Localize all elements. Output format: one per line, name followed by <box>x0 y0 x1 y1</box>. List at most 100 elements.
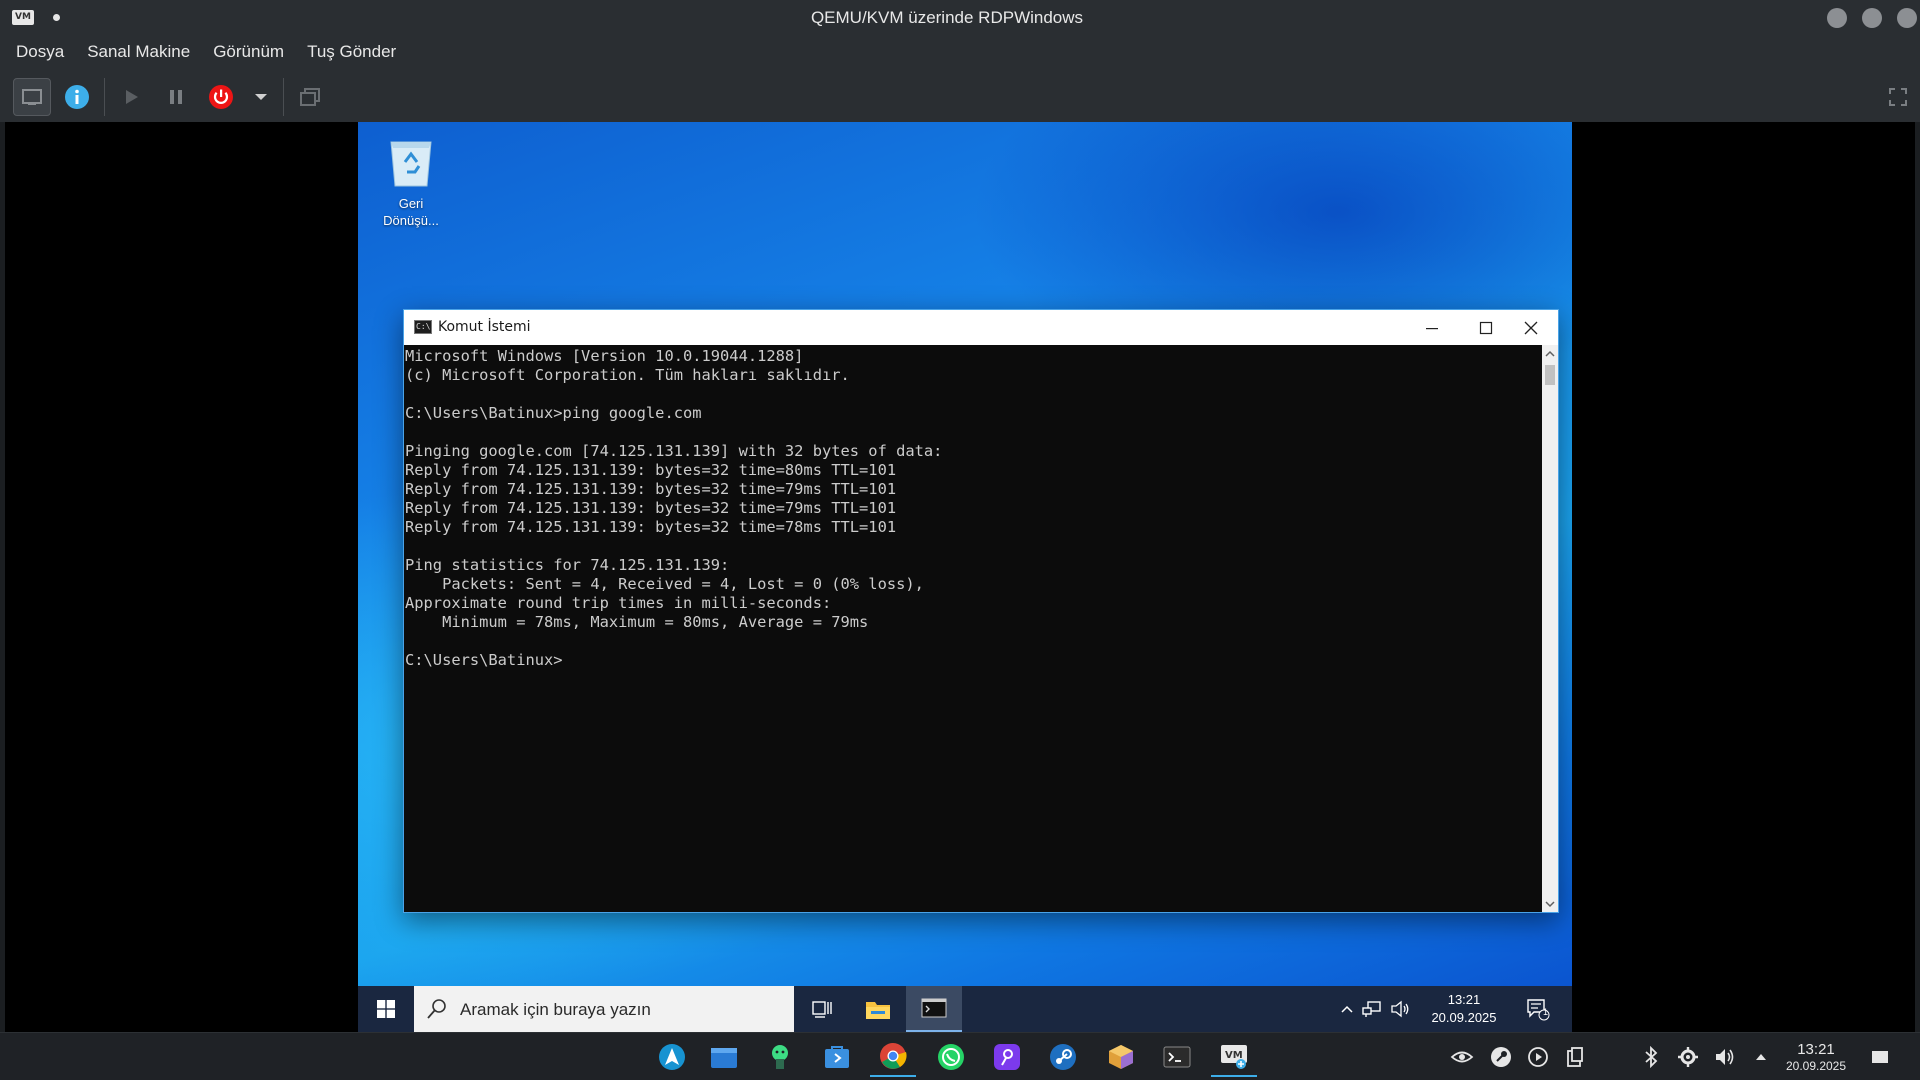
files-icon <box>711 1048 737 1068</box>
taskbar-app-terminal[interactable] <box>1154 1037 1200 1077</box>
menu-tus-gonder[interactable]: Tuş Gönder <box>299 38 404 66</box>
close-icon <box>1524 321 1538 334</box>
desktop-icon-recycle-bin[interactable]: Geri Dönüşü... <box>366 132 456 229</box>
menu-gorunum[interactable]: Görünüm <box>205 38 292 66</box>
task-view-button[interactable] <box>794 986 850 1032</box>
menubar: Dosya Sanal Makine Görünüm Tuş Gönder <box>0 34 1920 70</box>
taskbar-app-android[interactable] <box>757 1037 803 1077</box>
cmd-icon: C:\ <box>414 320 432 334</box>
cmd-line: Minimum = 78ms, Maximum = 80ms, Average … <box>405 613 869 631</box>
cmd-window[interactable]: C:\ Komut İstemi Microsoft Windows [Vers… <box>403 309 1559 913</box>
podcast-icon <box>994 1044 1020 1070</box>
network-icon <box>1362 1001 1381 1017</box>
toolbar <box>0 70 1920 122</box>
shutdown-menu-button[interactable] <box>242 78 280 116</box>
taskbar-app-arch[interactable] <box>649 1037 695 1077</box>
search-placeholder: Aramak için buraya yazın <box>460 1000 651 1019</box>
android-icon <box>772 1045 788 1069</box>
scroll-down-button[interactable] <box>1542 895 1558 912</box>
taskbar-app-whatsapp[interactable] <box>928 1037 974 1077</box>
cmd-icon <box>921 998 947 1018</box>
menu-dosya[interactable]: Dosya <box>8 38 72 66</box>
menu-sanal-makine[interactable]: Sanal Makine <box>79 38 198 66</box>
gear-icon <box>1678 1047 1698 1067</box>
tray-settings[interactable] <box>1673 1041 1703 1073</box>
tray-clipboard[interactable] <box>1560 1041 1590 1073</box>
host-clock-date: 20.09.2025 <box>1785 1059 1847 1073</box>
virt-manager-icon: VM <box>1221 1045 1247 1069</box>
show-hidden-icons-button[interactable] <box>1336 986 1358 1032</box>
taskbar-app-package[interactable] <box>1098 1037 1144 1077</box>
host-clock-time: 13:21 <box>1797 1041 1835 1058</box>
host-clock[interactable]: 13:21 20.09.2025 <box>1776 1042 1856 1074</box>
close-button[interactable] <box>1897 8 1917 28</box>
details-button[interactable] <box>58 78 96 116</box>
cmd-title: Komut İstemi <box>438 319 531 335</box>
fullscreen-button[interactable] <box>1879 78 1917 116</box>
maximize-button[interactable] <box>1862 8 1882 28</box>
taskbar-app-podcast[interactable] <box>984 1037 1030 1077</box>
window-title: QEMU/KVM üzerinde RDPWindows <box>810 8 1084 27</box>
tray-wifi[interactable] <box>1598 1041 1628 1073</box>
cmd-titlebar[interactable]: C:\ Komut İstemi <box>404 310 1558 345</box>
taskbar-file-explorer[interactable] <box>850 986 906 1032</box>
tray-nvidia[interactable] <box>1447 1041 1477 1073</box>
cmd-line: C:\Users\Batinux>ping google.com <box>405 404 702 422</box>
pause-button[interactable] <box>157 78 195 116</box>
tray-bluetooth[interactable] <box>1636 1041 1666 1073</box>
cmd-output[interactable]: Microsoft Windows [Version 10.0.19044.12… <box>404 345 1542 912</box>
search-icon <box>427 999 446 1019</box>
desktop-icon-label: Dönüşü... <box>383 213 439 228</box>
cmd-close-button[interactable] <box>1504 310 1558 345</box>
tray-media[interactable] <box>1523 1041 1553 1073</box>
snapshot-button[interactable] <box>291 78 329 116</box>
guest-desktop[interactable]: Geri Dönüşü... C:\ Komut İstemi Microsof… <box>358 122 1572 1032</box>
taskbar-app-store[interactable] <box>814 1037 860 1077</box>
shutdown-button[interactable] <box>202 78 240 116</box>
chevron-up-icon <box>1545 350 1555 357</box>
cmd-line: Reply from 74.125.131.139: bytes=32 time… <box>405 461 897 479</box>
run-button[interactable] <box>112 78 150 116</box>
notification-count: 1 <box>1543 1007 1549 1017</box>
taskbar-app-chrome[interactable] <box>870 1037 916 1077</box>
scroll-up-button[interactable] <box>1542 345 1558 362</box>
guest-clock-time: 13:21 <box>1447 992 1481 1007</box>
guest-clock-date: 20.09.2025 <box>1431 1010 1497 1025</box>
taskbar-search-box[interactable]: Aramak için buraya yazın <box>414 986 794 1032</box>
scroll-thumb[interactable] <box>1545 365 1555 385</box>
start-button[interactable] <box>358 986 414 1032</box>
volume-icon <box>1391 1000 1409 1018</box>
cmd-minimize-button[interactable] <box>1405 310 1459 345</box>
task-view-icon <box>812 1001 832 1018</box>
cmd-prompt[interactable]: C:\Users\Batinux> <box>405 651 1542 670</box>
chevron-down-icon <box>1545 900 1555 907</box>
action-center-button[interactable]: 1 <box>1510 986 1566 1032</box>
steam-icon <box>1050 1044 1076 1070</box>
minimize-icon <box>1426 327 1438 329</box>
minimize-button[interactable] <box>1827 8 1847 28</box>
terminal-icon <box>1163 1046 1191 1068</box>
taskbar-app-virt-manager[interactable]: VM <box>1211 1037 1257 1077</box>
taskbar-cmd[interactable] <box>906 986 962 1032</box>
tray-expand-button[interactable] <box>1746 1041 1776 1073</box>
chevron-down-icon <box>255 94 267 100</box>
window-titlebar: VM QEMU/KVM üzerinde RDPWindows <box>0 0 1920 34</box>
toolbar-separator <box>104 78 105 116</box>
taskbar-app-steam[interactable] <box>1040 1037 1086 1077</box>
folder-icon <box>866 1002 890 1019</box>
bluetooth-icon <box>1645 1046 1658 1068</box>
taskbar-app-files[interactable] <box>701 1037 747 1077</box>
tray-steam[interactable] <box>1486 1041 1516 1073</box>
show-desktop-button[interactable] <box>1865 1041 1895 1073</box>
toolbar-separator <box>283 78 284 116</box>
maximize-icon <box>1479 321 1493 334</box>
cmd-line: Packets: Sent = 4, Received = 4, Lost = … <box>405 575 924 593</box>
guest-clock[interactable]: 13:21 20.09.2025 <box>1420 991 1508 1027</box>
tray-volume[interactable] <box>1710 1041 1740 1073</box>
console-button[interactable] <box>13 78 51 116</box>
cmd-scrollbar[interactable] <box>1542 345 1558 912</box>
network-tray-button[interactable] <box>1358 986 1386 1032</box>
chrome-icon <box>880 1043 907 1069</box>
cmd-line <box>405 632 1542 651</box>
volume-tray-button[interactable] <box>1386 986 1414 1032</box>
